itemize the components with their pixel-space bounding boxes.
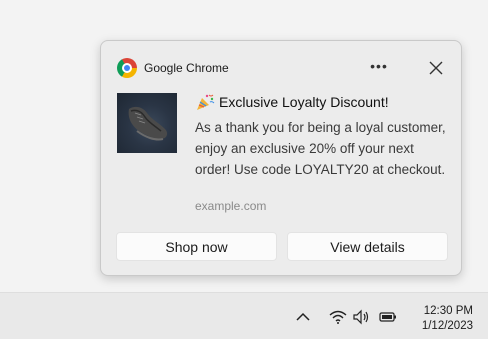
- notification-source: example.com: [195, 199, 267, 213]
- shop-now-button[interactable]: Shop now: [116, 232, 277, 261]
- clock-time: 12:30 PM: [423, 305, 473, 317]
- chrome-notification[interactable]: Google Chrome ••• Exclusive Loyalty Disc…: [100, 40, 462, 276]
- volume-icon[interactable]: [352, 307, 372, 327]
- app-name: Google Chrome: [144, 61, 229, 75]
- notification-header: Google Chrome •••: [117, 57, 447, 79]
- close-button[interactable]: [425, 57, 447, 79]
- notification-title-text: Exclusive Loyalty Discount!: [219, 94, 389, 110]
- wifi-icon[interactable]: [328, 307, 348, 327]
- notification-image: [117, 93, 177, 153]
- clock-date: 1/12/2023: [421, 320, 473, 332]
- party-popper-icon: [197, 94, 215, 110]
- taskbar: 12:30 PM 1/12/2023: [0, 292, 488, 339]
- shoe-image-icon: [128, 106, 168, 141]
- taskbar-clock[interactable]: 12:30 PM 1/12/2023: [422, 304, 473, 334]
- notification-title: Exclusive Loyalty Discount!: [195, 93, 389, 111]
- notification-body: As a thank you for being a loyal custome…: [195, 120, 446, 177]
- more-options-icon: •••: [370, 58, 388, 74]
- chevron-up-icon[interactable]: [293, 307, 313, 327]
- close-icon: [429, 61, 443, 75]
- chrome-logo-icon: [117, 58, 137, 78]
- battery-icon[interactable]: [378, 307, 398, 327]
- more-options-button[interactable]: •••: [367, 57, 391, 79]
- view-details-button[interactable]: View details: [287, 232, 448, 261]
